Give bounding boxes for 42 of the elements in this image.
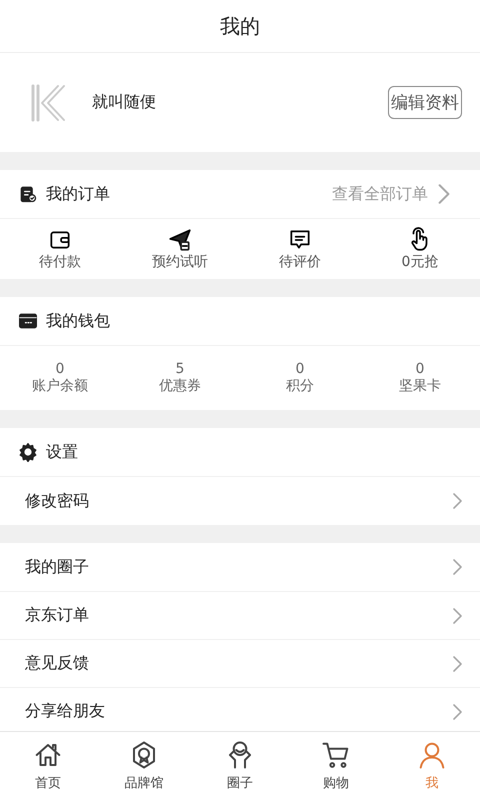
stat-value: 0: [416, 361, 424, 377]
wallet-stat[interactable]: 0 积分: [240, 346, 360, 410]
wallet-stat[interactable]: 0 坚果卡: [360, 346, 480, 410]
chevron-icon: [453, 493, 462, 509]
logo-icon: [30, 84, 66, 122]
shortcut-label: 待付款: [39, 253, 81, 271]
paper-plane-icon: [167, 227, 193, 253]
user-name: 就叫随便: [92, 92, 157, 113]
stat-value: 0: [56, 361, 64, 377]
cart-icon: [321, 740, 351, 770]
order-shortcut[interactable]: 待评价: [240, 219, 360, 279]
shortcut-label: 0元抢: [402, 253, 438, 271]
card-icon: [18, 311, 38, 331]
order-shortcut[interactable]: 预约试听: [120, 219, 240, 279]
section-title: 我的钱包: [46, 310, 111, 332]
settings-icon: [18, 442, 38, 462]
stat-label: 账户余额: [32, 377, 88, 395]
stat-label: 积分: [286, 377, 314, 395]
chevron-icon: [453, 704, 462, 720]
chevron-icon: [453, 608, 462, 624]
chevron-icon: [453, 559, 462, 575]
section-title: 设置: [46, 442, 79, 462]
page-title: 我的: [220, 12, 260, 40]
clipboard-icon: [18, 184, 38, 204]
wallet-stat[interactable]: 5 优惠券: [120, 346, 240, 410]
tab[interactable]: 圈子: [192, 732, 288, 800]
stat-value: 5: [176, 361, 184, 377]
tab[interactable]: 购物: [288, 732, 384, 800]
order-shortcut[interactable]: 待付款: [0, 219, 120, 279]
shortcut-label: 待评价: [279, 253, 321, 271]
person-icon: [417, 740, 447, 770]
stat-label: 优惠券: [159, 377, 201, 395]
order-shortcut[interactable]: 0元抢: [360, 219, 480, 279]
wallet-stat[interactable]: 0 账户余额: [0, 346, 120, 410]
shortcut-label: 预约试听: [152, 253, 208, 271]
chevron-icon: [453, 656, 462, 672]
section-title: 我的订单: [46, 184, 111, 204]
stat-value: 0: [296, 361, 304, 377]
stat-label: 坚果卡: [399, 377, 441, 395]
edit-profile-button[interactable]: 编辑资料: [388, 86, 462, 119]
tab[interactable]: 品牌馆: [96, 732, 192, 800]
tab[interactable]: 首页: [0, 732, 96, 800]
